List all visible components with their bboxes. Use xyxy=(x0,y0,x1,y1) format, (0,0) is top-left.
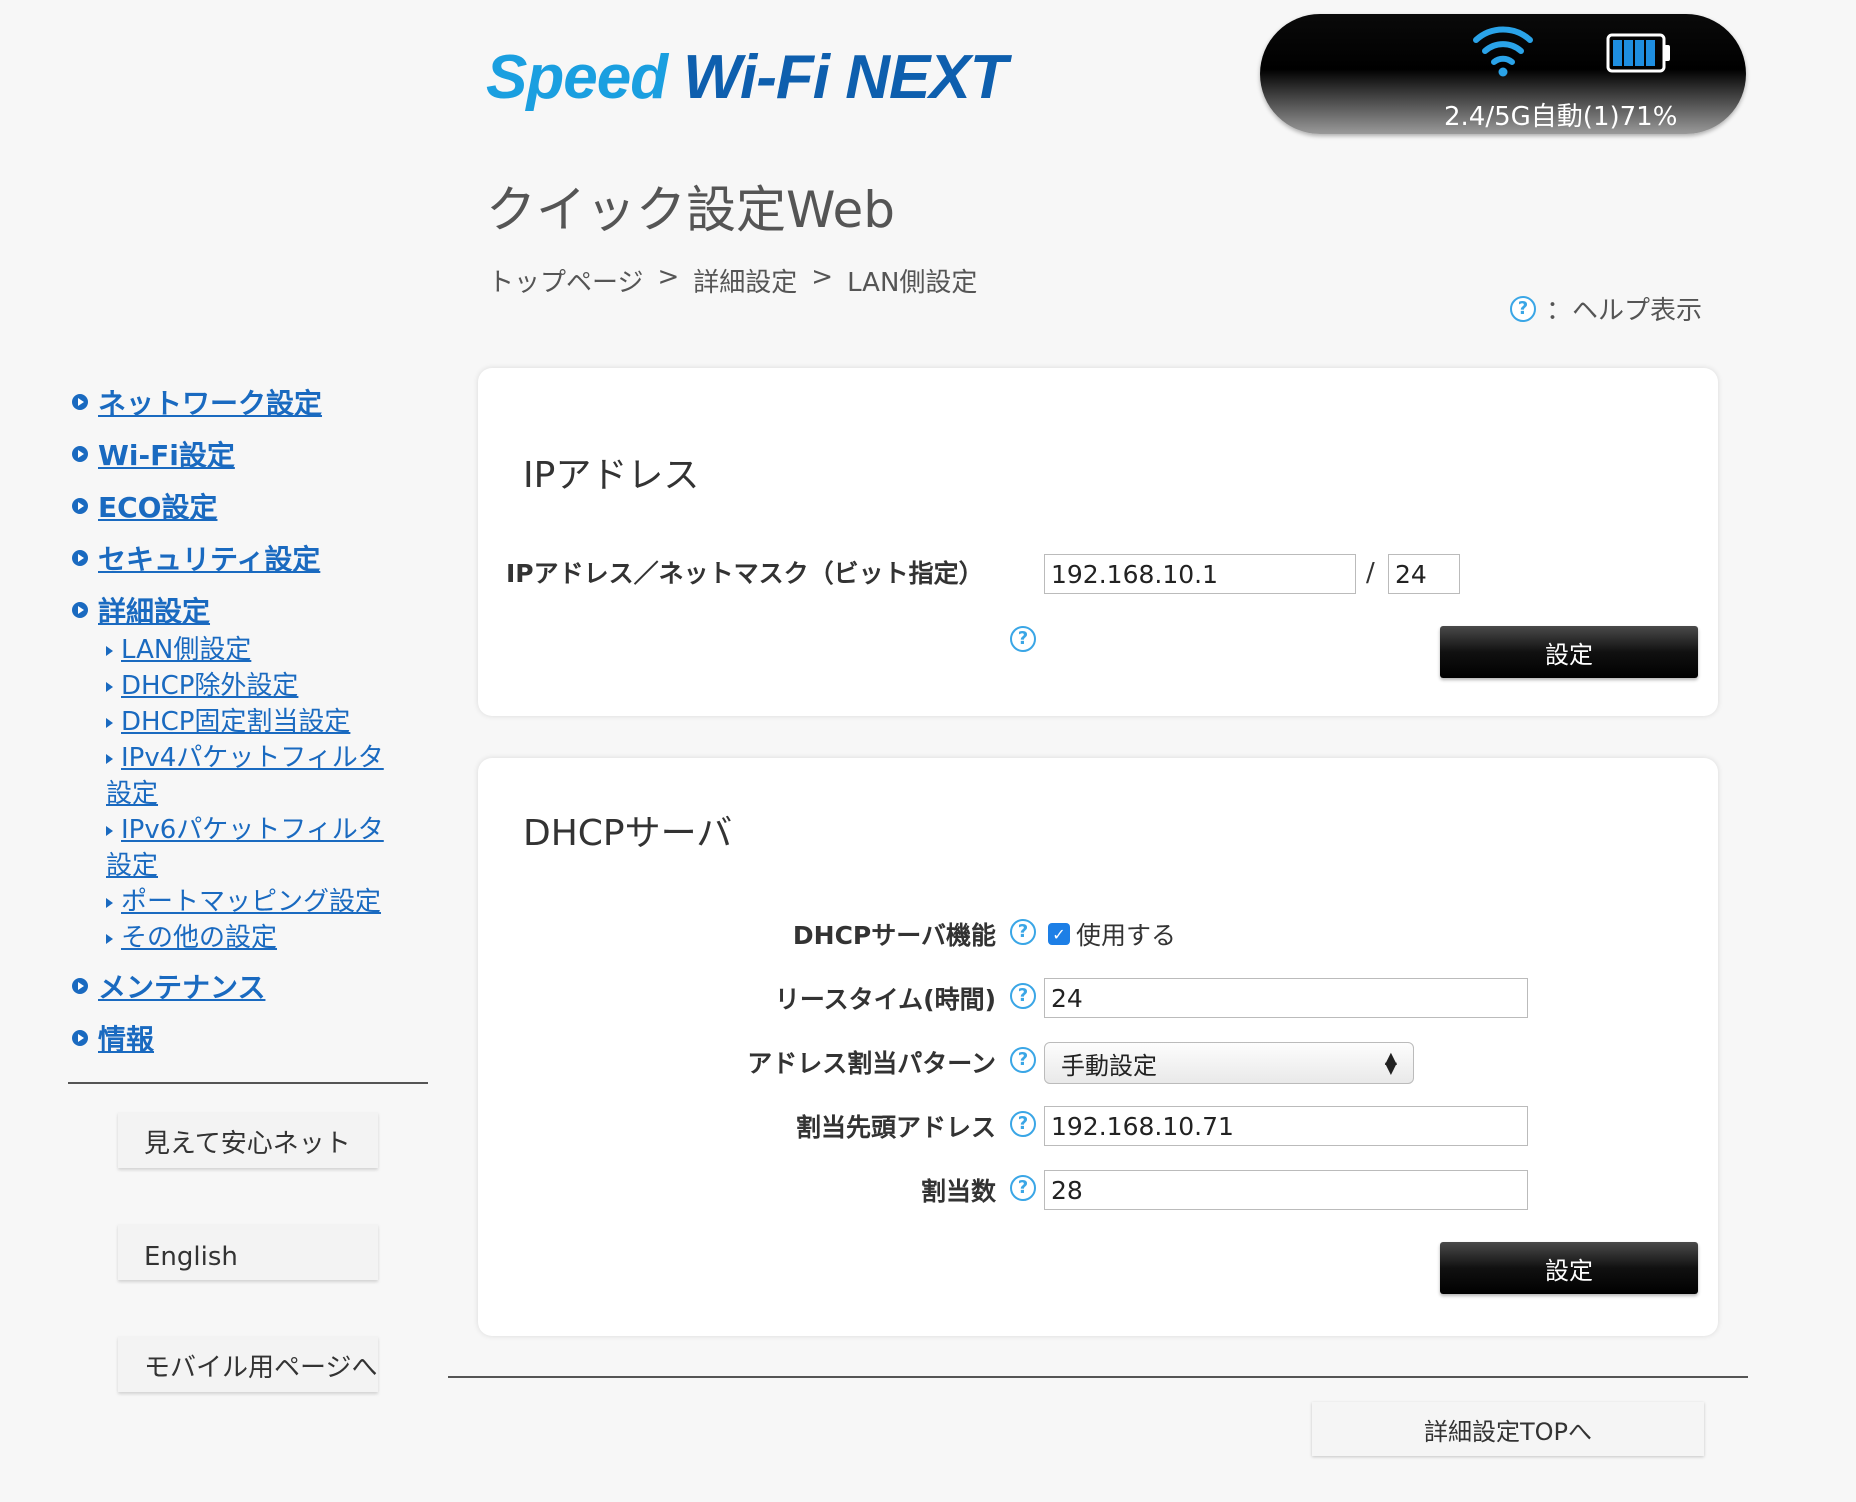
ip-set-button[interactable]: 設定 xyxy=(1440,626,1698,678)
start-address-input[interactable] xyxy=(1044,1106,1528,1146)
dhcp-function-label: DHCPサーバ機能 xyxy=(792,921,996,950)
dhcp-panel-title: DHCPサーバ xyxy=(523,813,733,854)
sidebar-item-label[interactable]: メンテナンス xyxy=(98,966,265,1006)
sidebar-item-eco[interactable]: ECO設定 xyxy=(72,480,432,532)
bullet-icon xyxy=(72,498,88,514)
help-icon[interactable]: ? xyxy=(1010,626,1036,652)
detail-settings-top-button[interactable]: 詳細設定TOPへ xyxy=(1312,1402,1704,1456)
sidebar-item-label[interactable]: セキュリティ設定 xyxy=(98,538,320,578)
sidebar-item-info[interactable]: 情報 xyxy=(72,1012,432,1064)
arrow-right-icon xyxy=(106,681,113,692)
logo-speed: Speed xyxy=(486,43,668,112)
breadcrumb-current: LAN側設定 xyxy=(847,268,978,298)
breadcrumb-top[interactable]: トップページ xyxy=(488,262,643,299)
ip-panel-title: IPアドレス xyxy=(523,455,700,496)
connection-status-text: 2.4/5G自動(1)71% xyxy=(1444,102,1678,132)
brand-logo: Speed Wi-Fi NEXT xyxy=(486,42,1008,122)
help-icon: ? xyxy=(1510,295,1536,322)
start-address-label: 割当先頭アドレス xyxy=(795,1113,996,1142)
subnav-item-port-mapping[interactable]: ポートマッピング設定 xyxy=(106,884,432,920)
breadcrumb-separator: > xyxy=(657,262,680,292)
netmask-separator: / xyxy=(1366,558,1375,588)
sidebar-subnav: LAN側設定 DHCP除外設定 DHCP固定割当設定 IPv4パケットフィルタ設… xyxy=(72,632,432,956)
help-icon[interactable]: ? xyxy=(1010,919,1036,945)
bullet-icon xyxy=(72,394,88,410)
subnav-item-ipv6-filter[interactable]: IPv6パケットフィルタ設定 xyxy=(106,812,386,884)
subnav-item-dhcp-static[interactable]: DHCP固定割当設定 xyxy=(106,704,432,740)
help-icon[interactable]: ? xyxy=(1010,1047,1036,1073)
content-divider xyxy=(448,1376,1748,1378)
arrow-right-icon xyxy=(106,897,113,908)
dhcp-enable-label: 使用する xyxy=(1076,921,1177,950)
sidebar-item-maintenance[interactable]: メンテナンス xyxy=(72,960,432,1012)
arrow-right-icon xyxy=(106,753,113,764)
subnav-item-dhcp-exclusion[interactable]: DHCP除外設定 xyxy=(106,668,432,704)
breadcrumb-separator: > xyxy=(811,262,834,292)
assign-pattern-select[interactable]: 手動設定 ▲ ▼ xyxy=(1044,1042,1414,1084)
bullet-icon xyxy=(72,1030,88,1046)
sidebar-item-label[interactable]: Wi-Fi設定 xyxy=(98,434,235,474)
assign-pattern-value: 手動設定 xyxy=(1061,1051,1157,1080)
sidebar-item-security[interactable]: セキュリティ設定 xyxy=(72,532,432,584)
sidebar-item-detail-settings[interactable]: 詳細設定 xyxy=(72,584,432,636)
netmask-bits-input[interactable] xyxy=(1388,554,1460,594)
sidebar-item-label[interactable]: 詳細設定 xyxy=(98,590,210,630)
help-legend-text: ：ヘルプ表示 xyxy=(1546,296,1703,326)
sidebar-item-wifi[interactable]: Wi-Fi設定 xyxy=(72,428,432,480)
logo-wifi-next: Wi-Fi NEXT xyxy=(683,43,1008,112)
mobile-page-button[interactable]: モバイル用ページへ xyxy=(118,1336,378,1392)
sidebar-item-label[interactable]: ECO設定 xyxy=(98,486,217,526)
page-title: クイック設定Web xyxy=(486,181,896,239)
arrow-right-icon xyxy=(106,717,113,728)
bullet-icon xyxy=(72,550,88,566)
breadcrumb-detail-settings[interactable]: 詳細設定 xyxy=(693,262,797,299)
arrow-right-icon xyxy=(106,645,113,656)
battery-icon xyxy=(1606,33,1670,73)
dhcp-server-panel: DHCPサーバ DHCPサーバ機能 ? ✓ 使用する リースタイム(時間) ? … xyxy=(478,758,1718,1336)
sidebar-item-network[interactable]: ネットワーク設定 xyxy=(72,376,432,428)
dhcp-function-checkbox-group: ✓ 使用する xyxy=(1048,916,1176,952)
ip-address-panel: IPアドレス IPアドレス／ネットマスク（ビット指定） / ? 設定 xyxy=(478,368,1718,716)
ip-address-input[interactable] xyxy=(1044,554,1356,594)
subnav-item-ipv4-filter[interactable]: IPv4パケットフィルタ設定 xyxy=(106,740,386,812)
wifi-signal-icon xyxy=(1473,26,1533,77)
dhcp-enable-checkbox[interactable]: ✓ xyxy=(1048,923,1070,945)
bullet-icon xyxy=(72,602,88,618)
mieru-anshin-net-button[interactable]: 見えて安心ネット xyxy=(118,1112,378,1168)
breadcrumb: トップページ > 詳細設定 > LAN側設定 xyxy=(488,262,977,299)
arrow-right-icon xyxy=(106,825,113,836)
sidebar-item-label[interactable]: 情報 xyxy=(98,1018,154,1058)
bullet-icon xyxy=(72,446,88,462)
help-legend: ? ：ヘルプ表示 xyxy=(1510,290,1702,327)
bullet-icon xyxy=(72,978,88,994)
arrow-right-icon xyxy=(106,933,113,944)
ip-netmask-label: IPアドレス／ネットマスク（ビット指定） xyxy=(506,559,984,588)
select-arrows-icon: ▲ ▼ xyxy=(1384,1048,1397,1077)
english-button[interactable]: English xyxy=(118,1224,378,1280)
sidebar-divider xyxy=(68,1082,428,1084)
subnav-item-lan[interactable]: LAN側設定 xyxy=(106,632,432,668)
help-icon[interactable]: ? xyxy=(1010,1111,1036,1137)
lease-time-input[interactable] xyxy=(1044,978,1528,1018)
lease-time-label: リースタイム(時間) xyxy=(774,985,996,1014)
help-icon[interactable]: ? xyxy=(1010,983,1036,1009)
dhcp-set-button[interactable]: 設定 xyxy=(1440,1242,1698,1294)
subnav-item-other[interactable]: その他の設定 xyxy=(106,920,432,956)
sidebar-item-label[interactable]: ネットワーク設定 xyxy=(98,382,322,422)
help-icon[interactable]: ? xyxy=(1010,1175,1036,1201)
assign-pattern-label: アドレス割当パターン xyxy=(747,1049,996,1078)
assign-count-input[interactable] xyxy=(1044,1170,1528,1210)
assign-count-label: 割当数 xyxy=(920,1177,996,1206)
sidebar-nav: ネットワーク設定 Wi-Fi設定 ECO設定 セキュリティ設定 詳細設定 LAN… xyxy=(72,376,432,1064)
